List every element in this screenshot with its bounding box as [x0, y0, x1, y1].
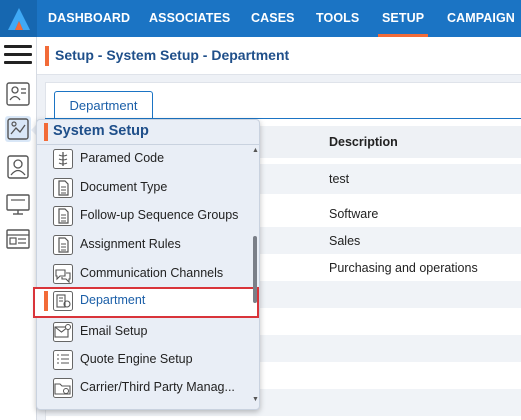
scroll-down-arrow-icon[interactable]: ▼ — [252, 396, 259, 403]
envelope-gear-icon — [53, 322, 73, 342]
nav-tools[interactable]: TOOLS — [316, 0, 359, 37]
flyout-title-accent — [44, 123, 48, 141]
nav-cases[interactable]: CASES — [251, 0, 295, 37]
list-icon — [53, 350, 73, 370]
flyout-title: System Setup — [53, 123, 149, 139]
menu-item-email-setup[interactable]: Email Setup — [37, 318, 251, 346]
selected-accent — [44, 291, 48, 311]
hamburger-menu-icon[interactable] — [4, 43, 32, 67]
menu-item-label: Assignment Rules — [80, 237, 181, 251]
rail-browser-icon[interactable] — [5, 226, 31, 252]
menu-item-label: Paramed Code — [80, 151, 165, 165]
chat-icon — [53, 264, 73, 284]
scroll-up-arrow-icon[interactable]: ▲ — [252, 147, 259, 154]
rail-monitor-icon[interactable] — [5, 191, 31, 217]
rail-users-icon[interactable] — [5, 81, 31, 107]
app-logo[interactable] — [0, 0, 37, 37]
menu-item-quote-engine-setup[interactable]: Quote Engine Setup — [37, 346, 251, 374]
table-cell-description: test — [329, 172, 350, 186]
document-icon — [53, 206, 73, 226]
menu-item-paramed-code[interactable]: Paramed Code — [37, 145, 251, 173]
menu-item-assignment-rules[interactable]: Assignment Rules — [37, 231, 251, 259]
menu-item-communication-channels[interactable]: Communication Channels — [37, 260, 251, 288]
top-nav-bar: DASHBOARD ASSOCIATES CASES TOOLS SETUP C… — [0, 0, 521, 37]
rail-person-icon[interactable] — [5, 154, 31, 180]
rail-system-setup-icon[interactable] — [5, 116, 31, 142]
tab-department[interactable]: Department — [54, 91, 153, 119]
table-cell-description: Sales — [329, 234, 361, 248]
menu-item-department[interactable]: Department — [33, 287, 259, 318]
nav-dashboard[interactable]: DASHBOARD — [48, 0, 130, 37]
caduceus-icon — [53, 149, 73, 169]
column-header-description[interactable]: Description — [329, 135, 398, 149]
breadcrumb: Setup - System Setup - Department — [55, 47, 290, 63]
menu-item-label: Quote Engine Setup — [80, 352, 193, 366]
folder-gear-icon — [53, 378, 73, 398]
nav-associates[interactable]: ASSOCIATES — [149, 0, 230, 37]
department-icon — [53, 291, 73, 311]
menu-item-follow-up-sequence-groups[interactable]: Follow-up Sequence Groups — [37, 202, 251, 230]
logo-icon — [7, 7, 30, 30]
nav-campaign[interactable]: CAMPAIGN — [447, 0, 515, 37]
menu-item-carrier-third-party[interactable]: Carrier/Third Party Manag... — [37, 374, 251, 402]
menu-item-document-type[interactable]: Document Type — [37, 174, 251, 202]
breadcrumb-accent — [45, 46, 49, 66]
table-cell-description: Software — [329, 207, 379, 221]
menu-item-label: Carrier/Third Party Manag... — [80, 380, 235, 394]
scrollbar-thumb[interactable] — [253, 236, 257, 303]
left-rail — [0, 37, 37, 420]
menu-item-label: Communication Channels — [80, 266, 224, 280]
menu-item-label: Department — [80, 293, 146, 307]
document-icon — [53, 178, 73, 198]
breadcrumb-bar: Setup - System Setup - Department — [37, 37, 521, 75]
table-cell-description: Purchasing and operations — [329, 261, 478, 275]
menu-item-label: Follow-up Sequence Groups — [80, 208, 239, 222]
document-icon — [53, 235, 73, 255]
menu-item-label: Document Type — [80, 180, 168, 194]
nav-setup[interactable]: SETUP — [377, 0, 429, 37]
menu-item-label: Email Setup — [80, 324, 148, 338]
